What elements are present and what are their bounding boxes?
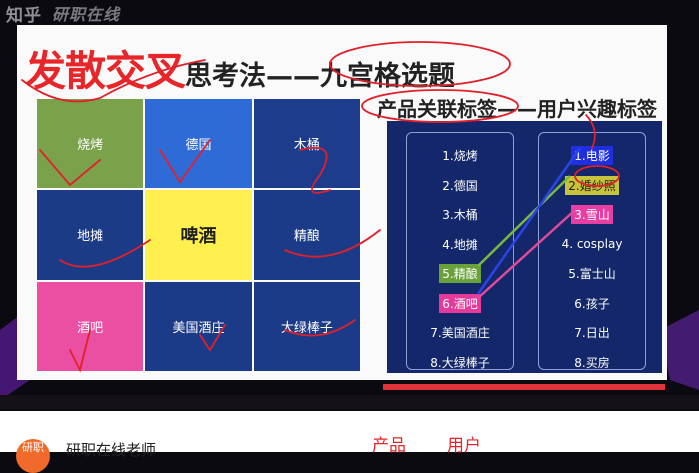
nine-grid: 烧烤 德国 木桶 地摊 啤酒 精酿 酒吧 美国酒庄 大绿棒子 [37, 99, 360, 371]
author-bar: 研职 研职在线老师 产品 用户 [0, 411, 699, 473]
grid-cell: 精酿 [253, 190, 360, 280]
user-tag: 4. cosplay [561, 237, 623, 252]
slide-subtitle: 产品关联标签——用户兴趣标签 [377, 97, 657, 121]
user-tags-list: 1.电影 2.婚纱照 3.雪山 4. cosplay 5.富士山 6.孩子 7.… [539, 141, 645, 377]
grid-cell: 大绿棒子 [253, 281, 360, 371]
product-tag: 4.地摊 [442, 237, 478, 252]
tag-panel: 1.烧烤 2.德国 3.木桶 4.地摊 5.精酿 6.酒吧 7.美国酒庄 8.大… [387, 121, 662, 373]
grid-cell: 美国酒庄 [145, 281, 252, 371]
product-tag: 2.德国 [442, 178, 478, 193]
author-name[interactable]: 研职在线老师 [66, 439, 156, 460]
slide: 发散交叉思考法——九宫格选题 产品关联标签——用户兴趣标签 烧烤 德国 木桶 地… [17, 25, 667, 380]
user-tag: 5.富士山 [568, 267, 616, 282]
product-tag: 7.美国酒庄 [430, 326, 490, 341]
grid-cell: 烧烤 [37, 99, 144, 189]
user-tag: 2.婚纱照 [539, 171, 645, 201]
product-tag: 6.酒吧 [407, 289, 513, 319]
user-tag: 6.孩子 [574, 296, 610, 311]
caption-user: 用户 [447, 436, 481, 456]
author-avatar[interactable]: 研职 [16, 439, 50, 473]
watermark-brand: 知乎 [6, 5, 42, 26]
grid-cell: 地摊 [37, 190, 144, 280]
slide-title-main: 发散交叉 [25, 47, 186, 95]
product-tag: 8.大绿棒子 [430, 355, 490, 370]
user-tag: 8.买房 [574, 355, 610, 370]
caption-product: 产品 [372, 436, 406, 456]
product-tag: 5.精酿 [407, 259, 513, 289]
grid-cell: 德国 [145, 99, 252, 189]
grid-cell: 木桶 [253, 99, 360, 189]
product-tags-list: 1.烧烤 2.德国 3.木桶 4.地摊 5.精酿 6.酒吧 7.美国酒庄 8.大… [407, 141, 513, 377]
user-tag: 3.雪山 [539, 200, 645, 230]
product-tag: 1.烧烤 [442, 149, 478, 164]
watermark: 知乎 研职在线 [6, 2, 121, 26]
product-tag: 3.木桶 [442, 208, 478, 223]
slide-title: 发散交叉思考法——九宫格选题 [25, 37, 455, 97]
product-tags-box: 1.烧烤 2.德国 3.木桶 4.地摊 5.精酿 6.酒吧 7.美国酒庄 8.大… [406, 132, 514, 370]
grid-cell: 酒吧 [37, 281, 144, 371]
watermark-channel: 研职在线 [52, 5, 121, 24]
user-tag: 1.电影 [539, 141, 645, 171]
slide-title-sub: 思考法——九宫格选题 [185, 61, 455, 92]
user-tags-box: 1.电影 2.婚纱照 3.雪山 4. cosplay 5.富士山 6.孩子 7.… [538, 132, 646, 370]
user-tag: 7.日出 [574, 326, 610, 341]
grid-center-cell: 啤酒 [145, 190, 252, 280]
